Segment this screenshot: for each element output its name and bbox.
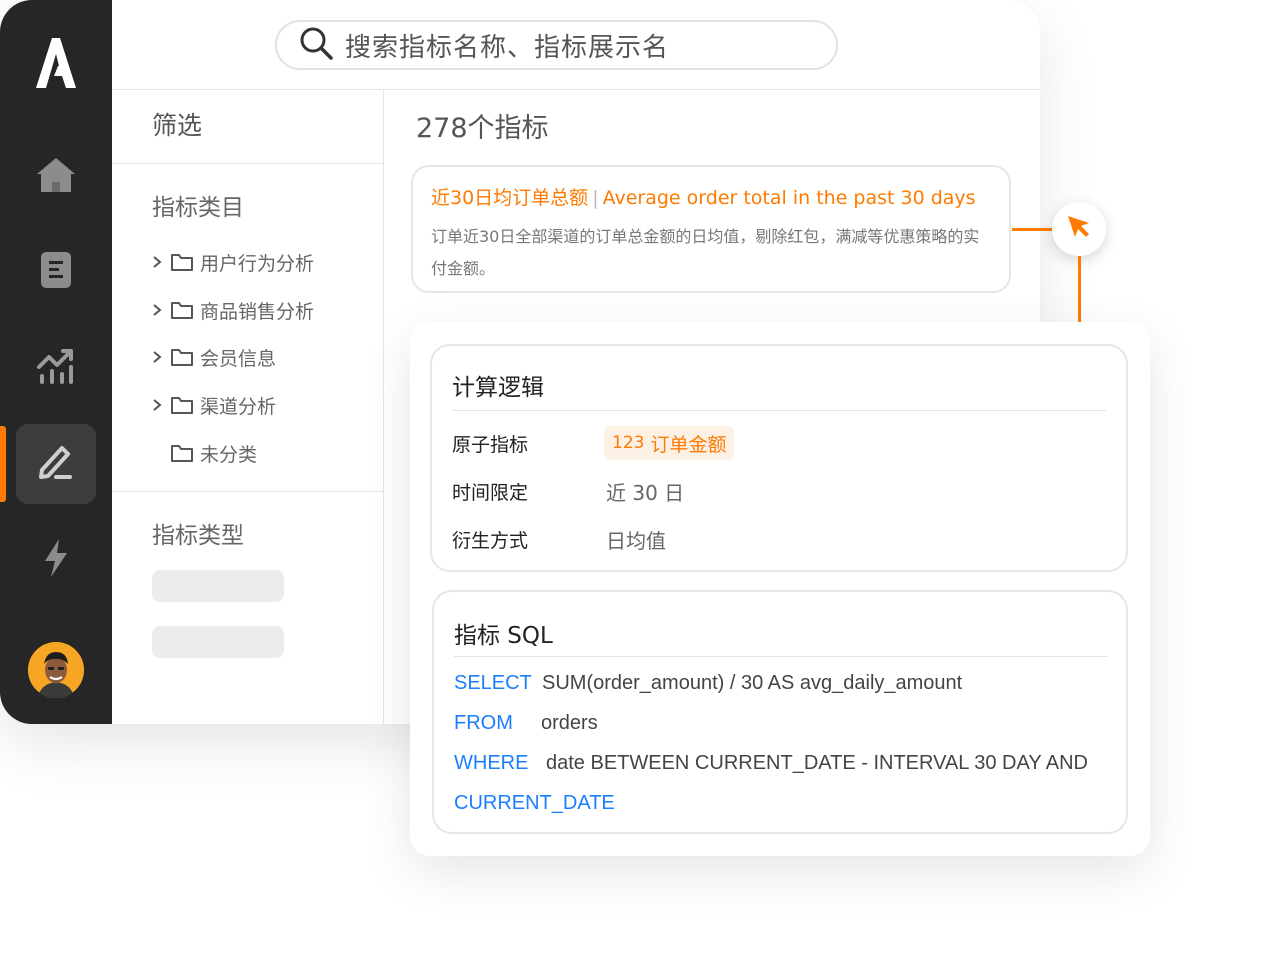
filter-divider [112,163,383,164]
time-limit-value: 近 30 日 [606,481,685,505]
category-item[interactable]: 渠道分析 [148,391,276,419]
metric-sql-card: 指标 SQL SELECT SUM(order_amount) / 30 AS a… [432,590,1128,834]
connector-line [1012,228,1052,231]
nav-analytics[interactable] [16,328,96,408]
edit-icon [36,442,76,486]
derive-method-value: 日均值 [606,529,666,553]
search-placeholder: 搜索指标名称、指标展示名 [345,32,670,63]
filter-divider [112,491,383,492]
sidebar [0,0,112,724]
category-label: 渠道分析 [200,395,277,418]
sql-code: orders [541,712,598,734]
logic-title: 计算逻辑 [452,375,544,401]
category-label: 用户行为分析 [200,252,315,275]
atom-metric-chip[interactable]: 123 订单金额 [604,426,735,460]
lightning-icon [42,538,70,582]
loading-placeholder [152,626,284,658]
chevron-right-icon[interactable] [148,398,166,412]
sql-keyword: FROM [454,712,513,734]
cursor-bubble [1052,202,1106,256]
metric-name-en: Average order total in the past 30 days [602,187,976,209]
metric-title-separator: | [592,187,599,209]
cursor-arrow-icon [1065,213,1093,245]
top-bar: 搜索指标名称、指标展示名 [112,0,1040,90]
document-icon [40,251,72,293]
category-item[interactable]: 用户行为分析 [148,248,314,276]
card-divider [452,410,1106,411]
time-limit-label: 时间限定 [452,482,529,504]
chevron-right-icon[interactable] [148,303,166,317]
derive-method-label: 衍生方式 [452,530,529,552]
chevron-right-icon[interactable] [148,255,166,269]
app-logo [34,36,78,90]
atom-metric-label: 原子指标 [452,434,529,456]
search-icon [299,26,333,64]
metric-title: 近30日均订单总额 | Average order total in the pas… [431,183,976,210]
folder-icon [170,395,194,415]
sql-keyword: CURRENT_DATE [454,792,615,814]
trend-chart-icon [36,347,76,389]
user-avatar[interactable] [28,642,84,698]
metric-detail-panel: 计算逻辑 原子指标 123 订单金额 时间限定 近 30 日 衍生方式 日均值 … [410,322,1150,856]
sql-keyword: SELECT [454,672,532,694]
nav-metrics-editor[interactable] [16,424,96,504]
nav-documents[interactable] [16,232,96,312]
filter-panel: 筛选 指标类目 用户行为分析 商品销售分析 会员信息 渠道分析 未分类 指标类型 [112,90,384,724]
nav-automation[interactable] [16,520,96,600]
home-icon [35,155,77,199]
category-item[interactable]: 商品销售分析 [148,296,314,324]
nav-home[interactable] [16,137,96,217]
category-item[interactable]: 会员信息 [148,343,276,371]
type-section-title: 指标类型 [152,523,244,549]
loading-placeholder [152,570,284,602]
filter-title: 筛选 [152,111,203,140]
sql-line: SELECT SUM(order_amount) / 30 AS avg_dail… [454,672,962,695]
metric-card[interactable]: 近30日均订单总额 | Average order total in the pas… [411,165,1011,293]
category-label: 未分类 [200,443,258,466]
category-label: 会员信息 [200,347,277,370]
sql-title: 指标 SQL [454,623,553,649]
sql-code: date BETWEEN CURRENT_DATE - INTERVAL 30 … [546,752,1088,774]
folder-icon [170,252,194,272]
sql-line: WHERE date BETWEEN CURRENT_DATE - INTERVA… [454,752,1088,775]
search-input[interactable]: 搜索指标名称、指标展示名 [275,20,838,70]
chevron-right-icon[interactable] [148,350,166,364]
sql-line: FROM orders [454,712,598,735]
metric-name: 近30日均订单总额 [431,187,589,209]
sql-line: CURRENT_DATE [454,792,615,815]
connector-line [1078,256,1081,326]
folder-icon [170,443,194,463]
folder-icon [170,300,194,320]
sql-code: SUM(order_amount) / 30 AS avg_daily_amou… [542,672,963,694]
category-item[interactable]: 未分类 [148,439,257,467]
atom-metric-value: 订单金额 [650,433,727,456]
metric-count: 278个指标 [416,113,549,144]
category-section-title: 指标类目 [152,195,244,221]
atom-metric-number: 123 [612,433,645,453]
metric-description: 订单近30日全部渠道的订单总金额的日均值，剔除红包，满减等优惠策略的实付金额。 [431,227,980,278]
sql-keyword: WHERE [454,752,529,774]
nav-active-indicator [0,426,6,502]
category-label: 商品销售分析 [200,300,315,323]
calculation-logic-card: 计算逻辑 原子指标 123 订单金额 时间限定 近 30 日 衍生方式 日均值 [430,344,1128,572]
card-divider [454,656,1108,657]
folder-icon [170,347,194,367]
